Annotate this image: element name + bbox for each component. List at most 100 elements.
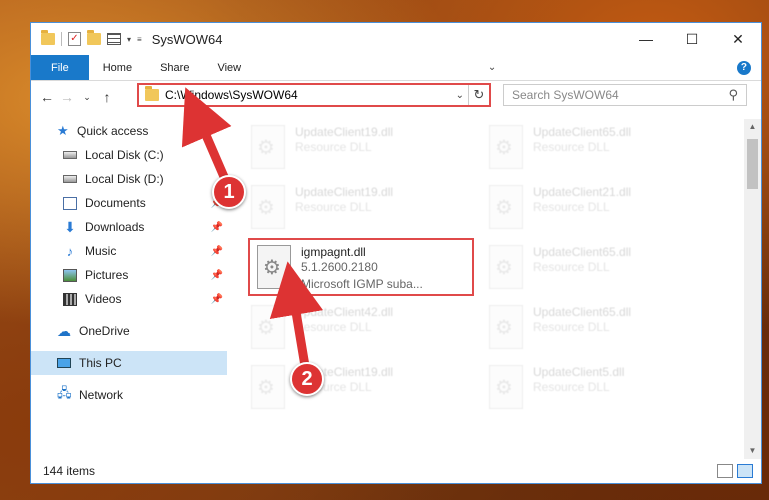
file-detail: Resource DLL bbox=[295, 320, 372, 334]
properties-icon[interactable]: ✓ bbox=[68, 32, 81, 46]
file-detail: Resource DLL bbox=[533, 200, 610, 214]
sidebar-item-network[interactable]: 🖧 Network bbox=[31, 383, 227, 407]
sidebar-item-label: Documents bbox=[85, 196, 146, 210]
folder-icon bbox=[145, 86, 159, 101]
dll-file-icon: ⚙ bbox=[251, 305, 285, 349]
view-toggle bbox=[717, 464, 753, 478]
help-icon[interactable]: ? bbox=[736, 60, 751, 75]
item-count: 144 items bbox=[43, 464, 96, 478]
tab-file[interactable]: File bbox=[31, 55, 89, 80]
tab-home[interactable]: Home bbox=[89, 55, 146, 80]
documents-icon bbox=[63, 196, 77, 210]
close-button[interactable]: ✕ bbox=[715, 23, 761, 55]
sidebar-item-label: Music bbox=[85, 244, 117, 258]
recent-locations-icon[interactable]: ⌄ bbox=[77, 92, 97, 103]
divider bbox=[61, 32, 62, 46]
file-name: UpdateClient5.dll bbox=[533, 365, 625, 379]
computer-icon bbox=[57, 358, 71, 368]
folder-icon[interactable] bbox=[41, 30, 55, 45]
customize-toolbar-icon[interactable]: ≡ bbox=[137, 35, 142, 44]
step-callout-1: 1 bbox=[212, 175, 246, 209]
sidebar-item-documents[interactable]: Documents 📌 bbox=[31, 191, 227, 215]
file-detail: Resource DLL bbox=[295, 200, 372, 214]
highlight-box bbox=[248, 238, 474, 296]
sidebar-item-label: OneDrive bbox=[79, 324, 130, 338]
sidebar-item-downloads[interactable]: ⬇ Downloads 📌 bbox=[31, 215, 227, 239]
file-item[interactable]: ⚙ UpdateClient21.dll Resource DLL bbox=[485, 181, 705, 237]
file-detail: Resource DLL bbox=[533, 140, 610, 154]
dll-file-icon: ⚙ bbox=[489, 365, 523, 409]
file-name: UpdateClient42.dll bbox=[295, 305, 394, 319]
sidebar-item-label: Local Disk (D:) bbox=[85, 172, 164, 186]
tiles-view-icon[interactable] bbox=[737, 464, 753, 478]
address-path: C:\Windows\SysWOW64 bbox=[165, 88, 298, 102]
network-icon: 🖧 bbox=[57, 385, 72, 400]
cloud-icon: ☁ bbox=[57, 322, 71, 339]
details-view-icon[interactable] bbox=[717, 464, 733, 478]
back-button[interactable]: ← bbox=[37, 89, 57, 105]
scrollbar-thumb[interactable] bbox=[747, 139, 758, 189]
sidebar-item-label: Quick access bbox=[77, 124, 149, 138]
maximize-button[interactable]: ☐ bbox=[669, 23, 715, 55]
sidebar-item-label: Network bbox=[79, 388, 124, 402]
tab-view[interactable]: View bbox=[203, 55, 255, 80]
pin-icon[interactable]: 📌 bbox=[211, 294, 223, 305]
sidebar-item-local-disk-d[interactable]: Local Disk (D:) bbox=[31, 167, 227, 191]
scroll-up-icon[interactable]: ▲ bbox=[744, 119, 761, 135]
sidebar-item-local-disk-c[interactable]: Local Disk (C:) bbox=[31, 143, 227, 167]
file-name: UpdateClient19.dll bbox=[295, 185, 394, 199]
dll-file-icon: ⚙ bbox=[251, 185, 285, 229]
search-icon[interactable]: ⚲ bbox=[728, 87, 738, 103]
sidebar-item-this-pc[interactable]: This PC bbox=[31, 351, 227, 375]
file-name: UpdateClient65.dll bbox=[533, 245, 632, 259]
dll-file-icon: ⚙ bbox=[251, 125, 285, 169]
sidebar-item-pictures[interactable]: Pictures 📌 bbox=[31, 263, 227, 287]
quick-access-toolbar: ✓ ▾ ≡ bbox=[31, 30, 142, 46]
new-folder-icon[interactable] bbox=[87, 30, 101, 45]
expand-ribbon-icon[interactable]: ⌄ bbox=[488, 62, 496, 73]
sidebar-item-onedrive[interactable]: ☁ OneDrive bbox=[31, 319, 227, 343]
vertical-scrollbar[interactable]: ▲ ▼ bbox=[744, 119, 761, 459]
pin-icon[interactable]: 📌 bbox=[211, 246, 223, 257]
tab-share[interactable]: Share bbox=[146, 55, 203, 80]
minimize-button[interactable]: — bbox=[623, 23, 669, 55]
file-item[interactable]: ⚙ UpdateClient42.dll Resource DLL bbox=[247, 301, 467, 357]
chevron-down-icon[interactable]: ▾ bbox=[127, 35, 131, 44]
file-item[interactable]: ⚙ UpdateClient5.dll Resource DLL bbox=[485, 361, 705, 417]
scroll-down-icon[interactable]: ▼ bbox=[744, 443, 761, 459]
title-bar: ✓ ▾ ≡ SysWOW64 — ☐ ✕ bbox=[31, 23, 761, 55]
sidebar-item-videos[interactable]: Videos 📌 bbox=[31, 287, 227, 311]
sidebar-item-music[interactable]: ♪ Music 📌 bbox=[31, 239, 227, 263]
dll-file-icon: ⚙ bbox=[489, 125, 523, 169]
up-button[interactable]: ↑ bbox=[97, 89, 117, 105]
drive-icon bbox=[63, 151, 77, 159]
file-name: UpdateClient65.dll bbox=[533, 305, 632, 319]
file-item[interactable]: ⚙ UpdateClient65.dll Resource DLL bbox=[485, 301, 705, 357]
file-item[interactable]: ⚙ UpdateClient65.dll Resource DLL bbox=[485, 241, 705, 297]
dll-file-icon: ⚙ bbox=[489, 245, 523, 289]
drive-icon bbox=[63, 175, 77, 183]
sidebar-item-label: Pictures bbox=[85, 268, 129, 282]
pin-icon[interactable]: 📌 bbox=[211, 270, 223, 281]
file-name: UpdateClient65.dll bbox=[533, 125, 632, 139]
file-detail: Resource DLL bbox=[295, 140, 372, 154]
search-placeholder: Search SysWOW64 bbox=[512, 88, 619, 102]
dll-file-icon: ⚙ bbox=[489, 185, 523, 229]
file-item[interactable]: ⚙ UpdateClient19.dll Resource DLL bbox=[247, 361, 467, 417]
star-icon: ★ bbox=[57, 123, 69, 138]
search-input[interactable]: Search SysWOW64 ⚲ bbox=[503, 84, 747, 106]
chevron-down-icon[interactable]: ⌄ bbox=[452, 85, 469, 105]
view-icon[interactable] bbox=[107, 33, 121, 45]
file-detail: Resource DLL bbox=[533, 380, 610, 394]
videos-icon bbox=[63, 292, 77, 306]
address-bar[interactable]: C:\Windows\SysWOW64 ⌄ ↻ bbox=[137, 83, 491, 107]
file-item[interactable]: ⚙ UpdateClient65.dll Resource DLL bbox=[485, 121, 705, 177]
ribbon-tabs: File Home Share View ⌄ ? bbox=[31, 55, 761, 81]
sidebar-item-label: This PC bbox=[79, 356, 122, 370]
pin-icon[interactable]: 📌 bbox=[211, 222, 223, 233]
file-item[interactable]: ⚙ UpdateClient19.dll Resource DLL bbox=[247, 121, 467, 177]
forward-button[interactable]: → bbox=[57, 89, 77, 105]
refresh-icon[interactable]: ↻ bbox=[469, 87, 489, 103]
file-item[interactable]: ⚙ UpdateClient19.dll Resource DLL bbox=[247, 181, 467, 237]
sidebar-item-quick-access[interactable]: ★ Quick access bbox=[31, 119, 227, 143]
